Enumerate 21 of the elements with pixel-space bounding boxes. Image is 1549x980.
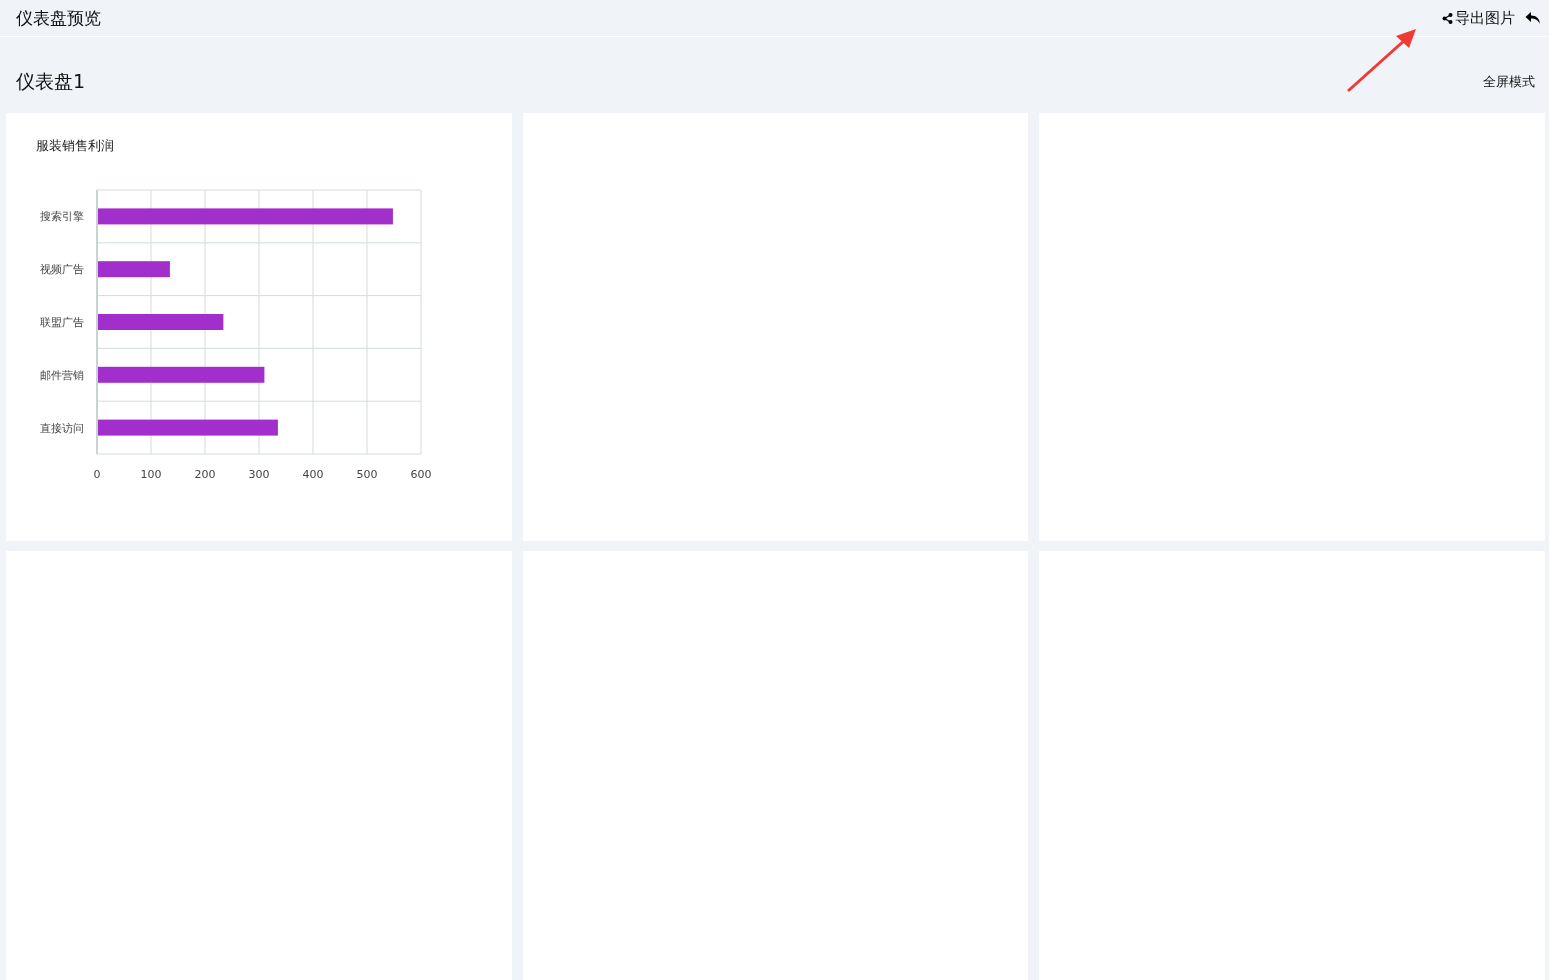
axis-tick-label: 0 [93, 468, 101, 481]
axis-tick-label: 600 [410, 468, 432, 481]
category-label: 搜索引擎 [40, 210, 84, 224]
bar [98, 261, 170, 278]
axis-tick-label: 200 [194, 468, 216, 481]
page-title: 仪表盘预览 [16, 6, 101, 30]
category-label: 邮件营销 [40, 368, 84, 382]
axis-tick-label: 400 [302, 468, 324, 481]
fullscreen-button[interactable]: 全屏模式 [1483, 73, 1535, 91]
category-label: 视频广告 [40, 263, 84, 277]
axis-tick-label: 100 [140, 468, 162, 481]
axis-tick-label: 500 [356, 468, 378, 481]
share-icon [1442, 12, 1453, 24]
category-label: 直接访问 [40, 421, 84, 435]
axis-tick-label: 300 [248, 468, 270, 481]
category-label: 联盟广告 [40, 316, 84, 329]
dashboard-title: 仪表盘1 [16, 69, 86, 94]
back-icon[interactable] [1525, 11, 1541, 25]
export-image-button[interactable]: 导出图片 [1442, 8, 1515, 28]
annotation-arrow-drawing [1346, 27, 1418, 93]
chart-title: 服装销售利润 [36, 137, 115, 155]
